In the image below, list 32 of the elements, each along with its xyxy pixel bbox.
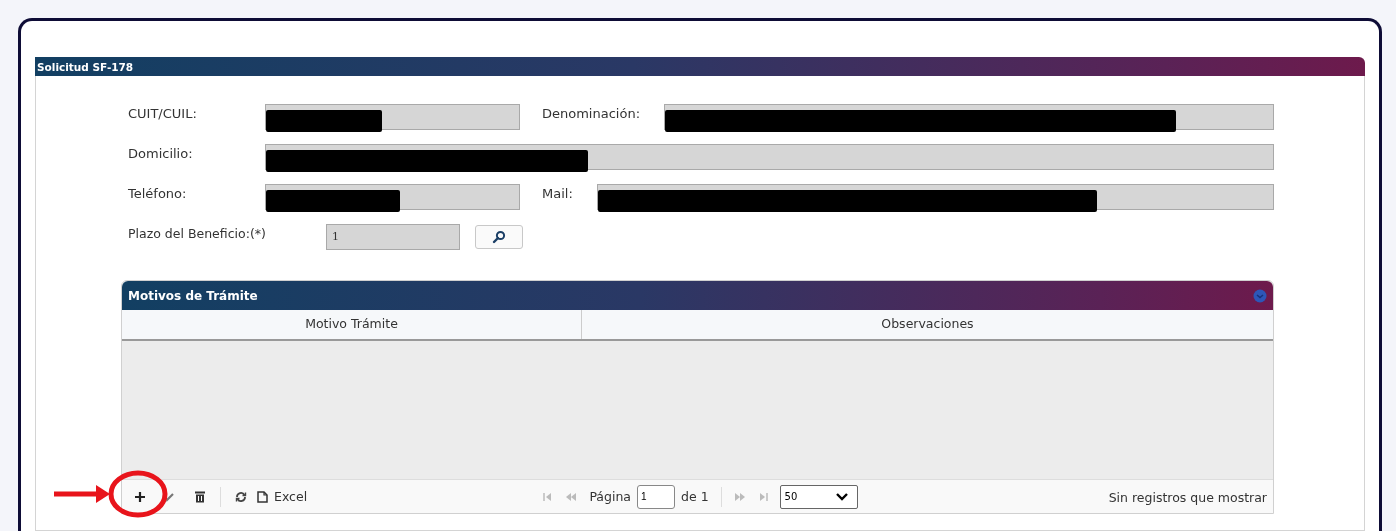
excel-button[interactable]: Excel [257,489,308,504]
input-field[interactable] [265,144,1274,170]
highlight-circle [108,470,168,518]
trash-icon[interactable] [194,490,206,503]
grid-title: Motivos de Trámite [128,288,258,303]
page-input[interactable]: 1 [637,484,676,509]
input-field[interactable] [596,184,1274,210]
page-count: de 1 [681,489,709,504]
search-icon [492,230,506,244]
chevron-down-icon [834,491,849,502]
field-label: Domicilio: [128,145,194,161]
field-label: Mail: [541,185,574,201]
page-size-select[interactable]: 50 [779,484,858,509]
pencil-icon[interactable] [164,490,176,503]
field-label: Teléfono: [128,185,188,201]
column-header[interactable]: Observaciones [582,310,1273,339]
search-button[interactable] [475,225,523,249]
add-icon[interactable] [134,490,146,503]
annotation-arrow [54,485,110,503]
document-icon [257,490,268,503]
input-field[interactable] [664,104,1274,130]
field-label: CUIT/CUIL: [128,105,198,121]
page-label: Página [589,489,632,504]
refresh-icon[interactable] [235,490,247,503]
records-status: Sin registros que mostrar [1108,490,1267,505]
column-header[interactable]: Motivo Trámite [122,310,582,339]
field-label: Denominación: [541,105,641,121]
input-field[interactable] [265,184,520,210]
field-label: Plazo del Beneficio:(*) [128,225,267,241]
panel-title: Solicitud SF-178 [37,60,134,73]
input-field[interactable] [265,104,520,130]
input-field[interactable]: 1 [326,224,460,250]
